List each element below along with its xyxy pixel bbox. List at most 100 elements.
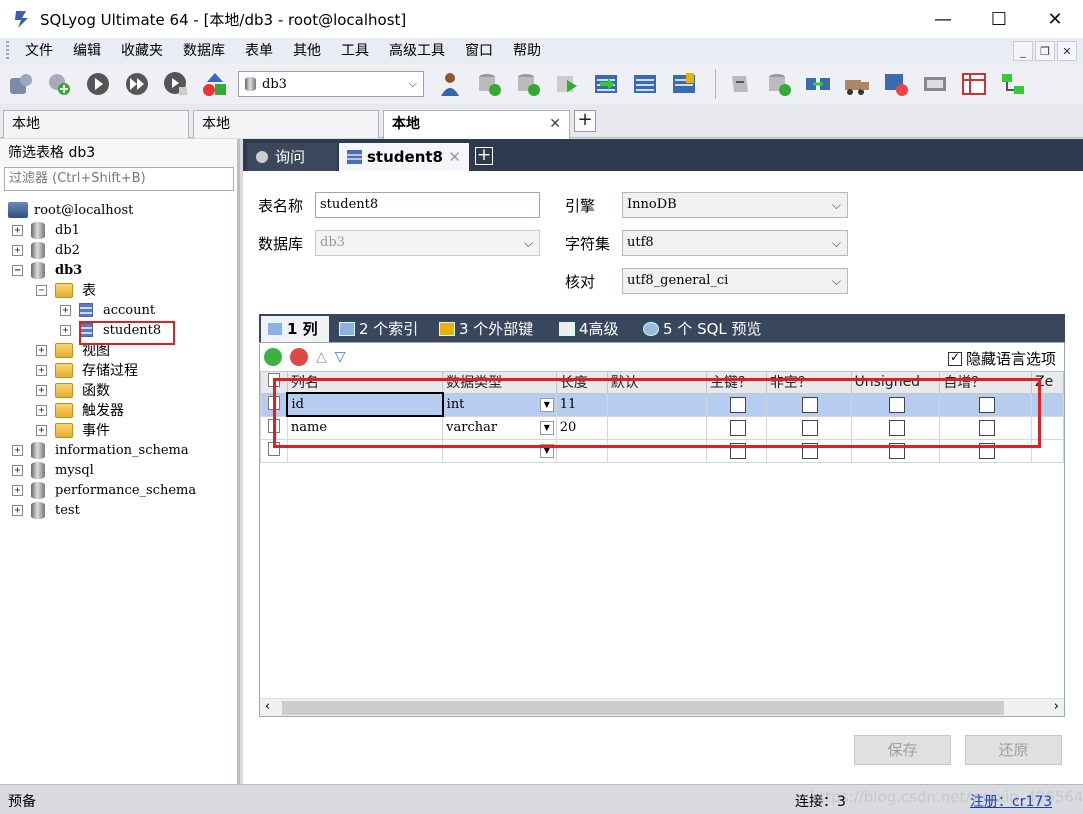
new-connection-plus-icon[interactable] — [43, 68, 75, 100]
expand-icon[interactable]: + — [12, 504, 23, 516]
connection-tab[interactable]: 本地 — [193, 110, 379, 138]
collation-dropdown[interactable]: utf8_general_ci ⌵ — [622, 268, 848, 294]
expand-icon[interactable]: + — [36, 384, 47, 396]
new-connection-icon[interactable] — [4, 68, 36, 100]
tree-label: performance_schema — [55, 482, 197, 498]
tab-query[interactable]: 询问 — [247, 143, 337, 171]
new-connection-tab-button[interactable]: + — [574, 110, 596, 132]
tab-foreign-keys[interactable]: 3 个外部键 — [433, 316, 549, 342]
mdi-restore-button[interactable]: ❐ — [1035, 41, 1055, 61]
tree-folder-tables[interactable]: − 表 — [36, 280, 96, 300]
tree-db-test[interactable]: + test — [12, 500, 80, 520]
tab-indexes[interactable]: 2 个索引 — [333, 316, 429, 342]
tree-db-db2[interactable]: + db2 — [12, 240, 80, 260]
move-up-icon[interactable]: △ — [316, 349, 327, 365]
collapse-icon[interactable]: − — [36, 284, 47, 296]
expand-icon[interactable]: + — [36, 344, 47, 356]
tree-folder-events[interactable]: + 事件 — [36, 420, 110, 440]
close-tab-icon[interactable]: ✕ — [448, 143, 461, 171]
collapse-icon[interactable]: − — [12, 264, 23, 276]
expand-icon[interactable]: + — [36, 364, 47, 376]
tree-db-db3[interactable]: − db3 — [12, 260, 82, 280]
menu-database[interactable]: 数据库 — [173, 38, 235, 64]
menu-other[interactable]: 其他 — [283, 38, 331, 64]
table-structure-icon[interactable] — [958, 68, 990, 100]
scroll-right-icon[interactable]: › — [1054, 699, 1059, 714]
menu-favorites[interactable]: 收藏夹 — [111, 38, 173, 64]
user-manager-icon[interactable] — [434, 68, 466, 100]
engine-dropdown[interactable]: InnoDB ⌵ — [622, 192, 848, 218]
remove-column-icon[interactable] — [290, 348, 308, 366]
table-name-input[interactable]: student8 — [315, 192, 540, 218]
revert-button[interactable]: 还原 — [965, 735, 1062, 765]
tab-table-student8[interactable]: student8 ✕ — [339, 143, 469, 171]
tree-db-mysql[interactable]: + mysql — [12, 460, 94, 480]
horizontal-scrollbar[interactable]: ‹ › — [260, 698, 1064, 716]
tree-root[interactable]: root@localhost — [8, 200, 133, 220]
hide-language-checkbox[interactable] — [947, 350, 962, 366]
execute-query-icon[interactable] — [82, 68, 114, 100]
tab-sql-preview[interactable]: 5 个 SQL 预览 — [637, 316, 777, 342]
execute-edit-icon[interactable] — [160, 68, 192, 100]
tree-folder-triggers[interactable]: + 触发器 — [36, 400, 124, 420]
close-tab-icon[interactable]: ✕ — [549, 111, 561, 137]
tree-table-account[interactable]: + account — [60, 300, 155, 320]
restore-database-icon[interactable] — [551, 68, 583, 100]
menu-advanced-tools[interactable]: 高级工具 — [379, 38, 455, 64]
expand-icon[interactable]: + — [12, 464, 23, 476]
scroll-left-icon[interactable]: ‹ — [265, 699, 270, 714]
expand-icon[interactable]: + — [60, 324, 71, 336]
new-query-tab-button[interactable]: + — [475, 147, 493, 165]
schema-designer-icon[interactable] — [199, 68, 231, 100]
backup-database-icon[interactable] — [512, 68, 544, 100]
scheduled-job-icon[interactable] — [880, 68, 912, 100]
tree-db-db1[interactable]: + db1 — [12, 220, 80, 240]
data-compare-icon[interactable] — [802, 68, 834, 100]
mdi-close-button[interactable]: ✕ — [1057, 41, 1077, 61]
import-table-icon[interactable] — [590, 68, 622, 100]
register-link[interactable]: 注册：cr173 — [970, 791, 1052, 811]
connection-tab[interactable]: 本地 — [3, 110, 189, 138]
save-button[interactable]: 保存 — [854, 735, 951, 765]
expand-icon[interactable]: + — [12, 444, 23, 456]
filter-input[interactable]: 过滤器 (Ctrl+Shift+B) — [4, 167, 234, 191]
expand-icon[interactable]: + — [36, 424, 47, 436]
tree-folder-functions[interactable]: + 函数 — [36, 380, 110, 400]
menu-window[interactable]: 窗口 — [455, 38, 503, 64]
menu-table[interactable]: 表单 — [235, 38, 283, 64]
sync-icon[interactable] — [724, 68, 756, 100]
table-key-icon[interactable] — [668, 68, 700, 100]
menu-edit[interactable]: 编辑 — [63, 38, 111, 64]
scrollbar-thumb[interactable] — [282, 701, 1004, 715]
query-builder-icon[interactable] — [997, 68, 1029, 100]
hide-language-options[interactable]: 隐藏语言选项 — [947, 348, 1056, 369]
schema-sync-icon[interactable] — [763, 68, 795, 100]
maximize-button[interactable]: ☐ — [971, 0, 1027, 38]
expand-icon[interactable]: + — [12, 244, 23, 256]
connection-tab-active[interactable]: 本地 ✕ — [383, 110, 570, 139]
tree-folder-procedures[interactable]: + 存储过程 — [36, 360, 138, 380]
add-column-icon[interactable] — [264, 348, 282, 366]
migration-icon[interactable] — [841, 68, 873, 100]
minimize-button[interactable]: — — [915, 0, 971, 38]
tab-advanced[interactable]: 4高级 — [553, 316, 633, 342]
notification-icon[interactable] — [919, 68, 951, 100]
tree-db-performance-schema[interactable]: + performance_schema — [12, 480, 196, 500]
expand-icon[interactable]: + — [12, 484, 23, 496]
mdi-minimize-button[interactable]: _ — [1013, 41, 1033, 61]
tab-columns[interactable]: 1 列 — [261, 316, 329, 342]
create-database-icon[interactable] — [473, 68, 505, 100]
charset-dropdown[interactable]: utf8 ⌵ — [622, 230, 848, 256]
menu-tools[interactable]: 工具 — [331, 38, 379, 64]
execute-all-icon[interactable] — [121, 68, 153, 100]
close-button[interactable]: ✕ — [1027, 0, 1083, 38]
tree-db-information-schema[interactable]: + information_schema — [12, 440, 189, 460]
menu-file[interactable]: 文件 — [15, 38, 63, 64]
menu-help[interactable]: 帮助 — [503, 38, 551, 64]
expand-icon[interactable]: + — [60, 304, 71, 316]
expand-icon[interactable]: + — [12, 224, 23, 236]
move-down-icon[interactable]: ▽ — [335, 349, 346, 365]
expand-icon[interactable]: + — [36, 404, 47, 416]
database-select[interactable]: db3 ⌵ — [238, 71, 424, 97]
table-data-icon[interactable] — [629, 68, 661, 100]
